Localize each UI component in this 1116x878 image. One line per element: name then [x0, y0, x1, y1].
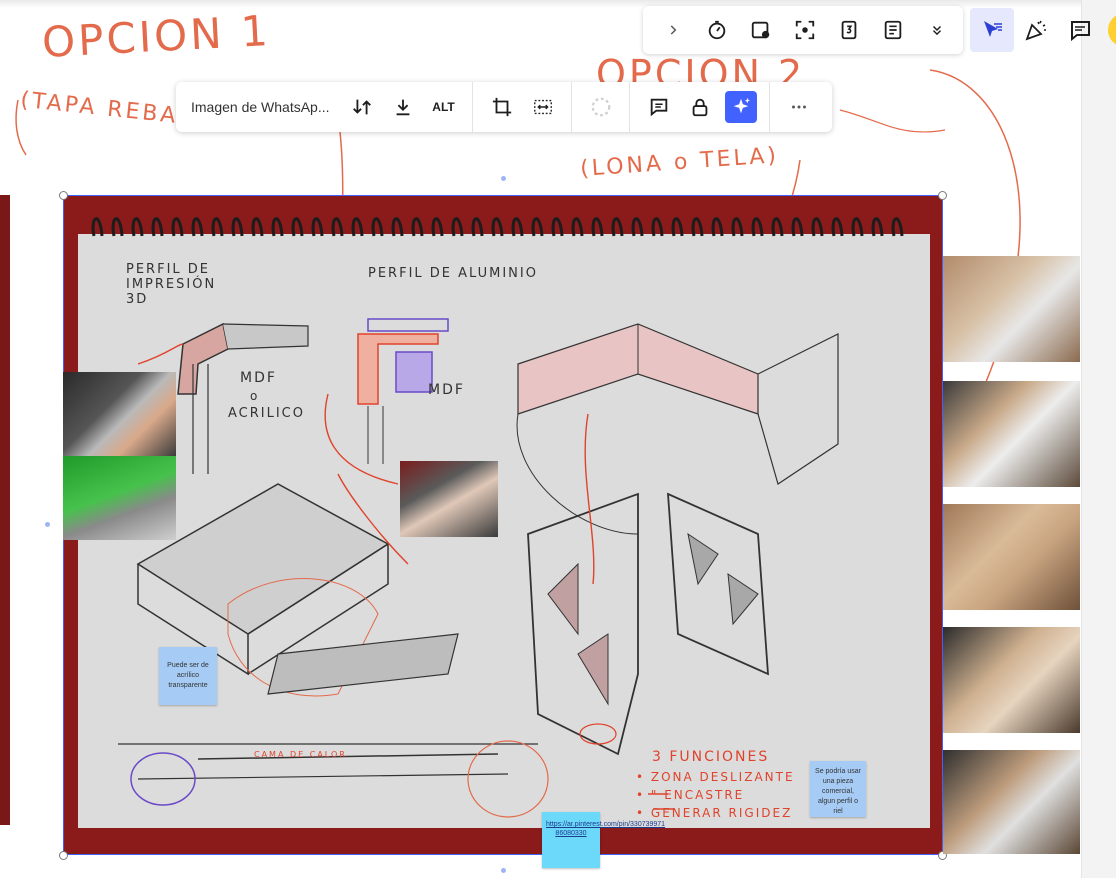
- swap-vertical-icon: [352, 99, 371, 115]
- timer-icon: [708, 20, 726, 40]
- photo-prototype-5[interactable]: [943, 750, 1080, 854]
- celebrate-button[interactable]: [1014, 8, 1058, 52]
- loading-spinner-icon: [591, 97, 610, 117]
- top-toolbar: [643, 6, 963, 54]
- alt-label: ALT: [432, 100, 455, 114]
- focus-button[interactable]: [783, 8, 827, 52]
- label-mdf-right: MDF: [428, 382, 465, 398]
- sketch-image[interactable]: PERFIL DE IMPRESIÓN 3D PERFIL DE ALUMINI…: [63, 195, 943, 855]
- download-button[interactable]: [383, 87, 423, 127]
- funcion-1: • ZONA DESLIZANTE: [636, 770, 795, 784]
- image-toolbar: Imagen de WhatsAp... ALT: [176, 82, 832, 132]
- funcion-3: • GENERAR RIGIDEZ: [636, 806, 793, 820]
- label-or: o: [250, 389, 260, 403]
- funciones-title: 3 FUNCIONES: [652, 749, 770, 765]
- label-cama-calor: CAMA DE CALOR: [254, 750, 347, 759]
- frame-plus-icon: [751, 21, 770, 39]
- label-mdf-left: MDF: [240, 370, 277, 386]
- comment-icon: [650, 98, 667, 117]
- resize-handle-top-right[interactable]: [938, 191, 947, 200]
- funcion-2: • " ENCASTRE: [636, 788, 745, 802]
- loading-button[interactable]: [581, 87, 621, 127]
- sticky-note-acrilico[interactable]: Puede ser de acrílico transparente: [159, 647, 217, 705]
- comment-button[interactable]: [639, 87, 679, 127]
- photo-hand-device[interactable]: [63, 372, 176, 456]
- download-icon: [396, 99, 409, 116]
- countdown-icon: [841, 20, 857, 40]
- right-tools: [970, 6, 1116, 54]
- toolbar-divider: [629, 82, 630, 132]
- toolbar-divider: [571, 82, 572, 132]
- toolbar-divider: [769, 82, 770, 132]
- board-canvas[interactable]: OPCION 1 (TAPA REBATIB OPCION 2 (LONA o …: [0, 0, 1116, 878]
- connector-dot-bottom[interactable]: [501, 868, 506, 873]
- collapse-toolbar-button[interactable]: [651, 8, 695, 52]
- chevron-right-icon: [670, 25, 677, 35]
- label-profile-aluminium: PERFIL DE ALUMINIO: [368, 266, 538, 281]
- sketch-drawing: [118, 318, 839, 818]
- crop-button[interactable]: [482, 87, 522, 127]
- photo-green-device[interactable]: [63, 456, 176, 540]
- comments-panel-button[interactable]: [1058, 8, 1102, 52]
- frame-button[interactable]: [739, 8, 783, 52]
- cursor-filter-icon: [984, 21, 1002, 37]
- lock-icon: [692, 98, 707, 117]
- toolbar-divider: [472, 82, 473, 132]
- adjacent-image-left[interactable]: [0, 195, 10, 825]
- notes-icon: [884, 20, 902, 40]
- chevron-double-down-icon: [932, 25, 942, 36]
- sticky-note-link[interactable]: https://ar.pinterest.com/pin/330739971 8…: [542, 812, 665, 868]
- photo-prototype-2[interactable]: [943, 381, 1080, 487]
- more-options-button[interactable]: [779, 87, 819, 127]
- more-horizontal-icon: [791, 105, 806, 109]
- fit-width-icon: [533, 99, 552, 115]
- photo-prototype-3[interactable]: [943, 504, 1080, 610]
- crop-icon: [492, 97, 511, 117]
- focus-icon: [795, 20, 815, 40]
- label-profile-3d: PERFIL DE IMPRESIÓN 3D: [126, 262, 217, 307]
- user-avatar[interactable]: [1108, 13, 1116, 47]
- resize-handle-top-left[interactable]: [59, 191, 68, 200]
- photo-aluminium-profile[interactable]: [400, 461, 498, 537]
- select-tool-button[interactable]: [970, 8, 1014, 52]
- comment-icon: [1071, 21, 1090, 42]
- photo-prototype-4[interactable]: [943, 627, 1080, 733]
- party-popper-icon: [1025, 20, 1046, 41]
- image-file-name[interactable]: Imagen de WhatsAp...: [176, 99, 341, 115]
- resize-handle-bottom-left[interactable]: [59, 851, 68, 860]
- fit-button[interactable]: [523, 87, 563, 127]
- sticky-note-pieza[interactable]: Se podría usar una pieza comercial, algu…: [810, 761, 866, 817]
- ai-button[interactable]: [721, 87, 761, 127]
- notebook-spiral: [91, 217, 904, 237]
- lock-button[interactable]: [680, 87, 720, 127]
- label-acrilico: ACRILICO: [228, 406, 305, 421]
- sketch-paper: PERFIL DE IMPRESIÓN 3D PERFIL DE ALUMINI…: [78, 234, 930, 828]
- countdown-button[interactable]: [827, 8, 871, 52]
- ai-sparkle-icon: [724, 91, 757, 123]
- notes-button[interactable]: [871, 8, 915, 52]
- connector-dot-left[interactable]: [45, 522, 50, 527]
- more-tools-button[interactable]: [915, 8, 959, 52]
- photo-prototype-1[interactable]: [943, 256, 1080, 362]
- alt-text-button[interactable]: ALT: [424, 87, 464, 127]
- swap-image-button[interactable]: [342, 87, 382, 127]
- connector-dot-top[interactable]: [501, 176, 506, 181]
- timer-button[interactable]: [695, 8, 739, 52]
